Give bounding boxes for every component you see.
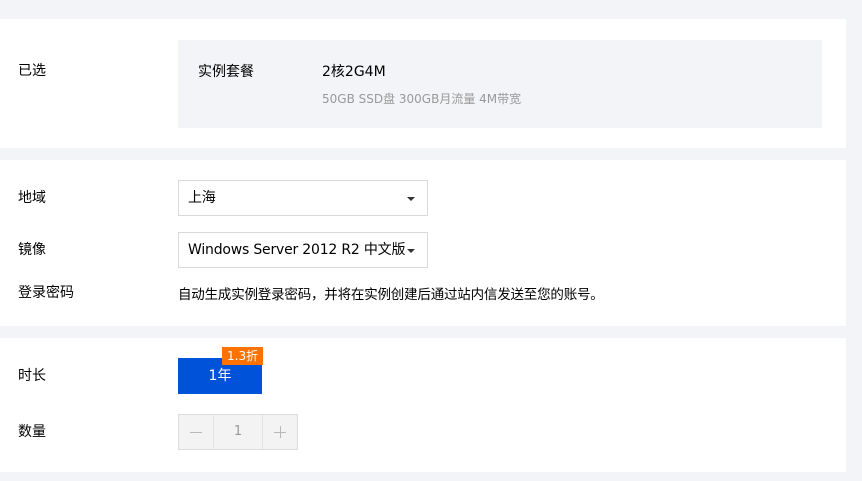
password-note: 自动生成实例登录密码，并将在实例创建后通过站内信发送至您的账号。 [178, 287, 604, 303]
config-section: 地域 上海 镜像 Windows Server 2012 R2 中文版 登录密码… [0, 160, 846, 326]
plus-icon [274, 426, 286, 438]
quantity-stepper [178, 414, 298, 450]
quantity-label: 数量 [18, 424, 46, 440]
password-label: 登录密码 [18, 285, 74, 301]
caret-down-icon [407, 197, 415, 201]
package-key: 实例套餐 [198, 64, 254, 80]
duration-label: 时长 [18, 368, 46, 384]
image-value: Windows Server 2012 R2 中文版 [188, 242, 406, 258]
increment-button[interactable] [262, 415, 297, 449]
region-value: 上海 [188, 190, 216, 206]
image-label: 镜像 [18, 242, 46, 258]
region-label: 地域 [18, 190, 46, 206]
minus-icon [190, 431, 202, 433]
quantity-input[interactable] [214, 415, 262, 449]
image-select[interactable]: Windows Server 2012 R2 中文版 [178, 232, 428, 268]
selected-label: 已选 [18, 63, 46, 79]
selected-section: 已选 实例套餐 2核2G4M 50GB SSD盘 300GB月流量 4M带宽 [0, 19, 846, 148]
region-select[interactable]: 上海 [178, 180, 428, 216]
package-value: 2核2G4M [322, 64, 386, 80]
discount-badge: 1.3折 [222, 347, 264, 365]
purchase-section: 时长 1年 1.3折 数量 [0, 338, 846, 472]
selected-package-box: 实例套餐 2核2G4M 50GB SSD盘 300GB月流量 4M带宽 [178, 40, 822, 128]
caret-down-icon [407, 249, 415, 253]
package-specs: 50GB SSD盘 300GB月流量 4M带宽 [322, 92, 522, 106]
decrement-button[interactable] [179, 415, 214, 449]
